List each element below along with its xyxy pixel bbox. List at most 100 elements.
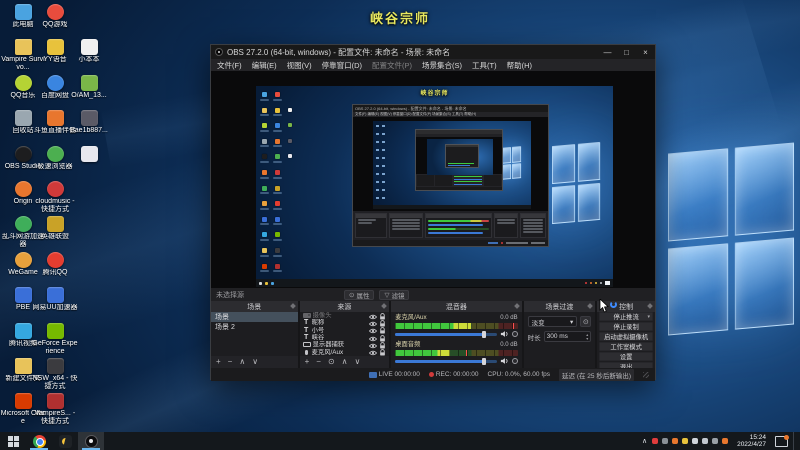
properties-button[interactable]: ⊙ 属性 bbox=[344, 289, 375, 300]
pin-icon bbox=[381, 303, 388, 309]
gear-icon: ⊙ bbox=[349, 291, 355, 299]
menu-tools[interactable]: 工具(T) bbox=[472, 60, 497, 71]
duration-spinbox[interactable]: 300 ms ▴ ▾ bbox=[543, 331, 592, 342]
desktop-icon-image bbox=[46, 287, 64, 304]
cpu-status: CPU: 0.0%, 60.00 fps bbox=[487, 371, 551, 378]
pin-icon bbox=[289, 303, 296, 309]
desktop-icon[interactable]: 网易UU加速器 bbox=[32, 287, 78, 312]
desktop-icon[interactable]: cloudmusic - 快捷方式 bbox=[32, 181, 78, 214]
add-source-icon[interactable]: + bbox=[305, 357, 310, 367]
obs-titlebar[interactable]: OBS 27.2.0 (64-bit, windows) - 配置文件: 未命名… bbox=[211, 45, 655, 59]
source-name: 小号 bbox=[311, 326, 325, 334]
desktop-icon[interactable]: 小本本 bbox=[66, 39, 112, 64]
add-scene-icon[interactable]: + bbox=[216, 357, 221, 367]
menu-docks[interactable]: 停靠窗口(D) bbox=[322, 60, 362, 71]
source-properties-icon[interactable]: ⊙ bbox=[328, 357, 335, 367]
obs-preview-canvas[interactable]: 峡谷宗师 OBS 27.2.0 (64-bit, windows) - 配置文件… bbox=[211, 71, 655, 288]
scenes-dock: 场景 场景 场景 2 + − ∧ ∨ bbox=[211, 301, 298, 368]
desktop-icon[interactable]: NSW_x64 - 快捷方式 bbox=[32, 358, 78, 391]
track-name: 桌面音频 bbox=[395, 341, 421, 348]
desktop-icon-label: NSW_x64 - 快捷方式 bbox=[32, 375, 78, 390]
scene-down-icon[interactable]: ∨ bbox=[252, 357, 258, 367]
transition-gear-button[interactable]: ⊙ bbox=[580, 316, 592, 327]
menu-profile[interactable]: 配置文件(P) bbox=[372, 60, 412, 71]
desktop-icon-image bbox=[14, 287, 32, 304]
desktop-icon[interactable]: Bae1b887... bbox=[66, 110, 112, 135]
scene-up-icon[interactable]: ∧ bbox=[239, 357, 245, 367]
obs-statusbar: LIVE 00:00:00 REC: 00:00:00 CPU: 0.0%, 6… bbox=[211, 368, 655, 381]
desktop-icon-label: Bae1b887... bbox=[70, 127, 108, 135]
control-button-6[interactable]: 退出 bbox=[599, 362, 654, 368]
display-source-icon bbox=[302, 342, 311, 348]
desktop-icon[interactable] bbox=[66, 145, 112, 163]
tray-app-icon[interactable] bbox=[672, 438, 679, 444]
remove-scene-icon[interactable]: − bbox=[228, 357, 233, 367]
transition-select[interactable]: 淡变 ▾ bbox=[527, 316, 578, 327]
minimize-button[interactable]: — bbox=[598, 45, 617, 59]
scene-item[interactable]: 场景 bbox=[211, 312, 298, 322]
desktop-icon-image bbox=[46, 216, 64, 233]
menu-help[interactable]: 帮助(H) bbox=[507, 60, 532, 71]
preview-obs-window-3 bbox=[415, 129, 503, 191]
tray-app-icon[interactable] bbox=[722, 438, 729, 444]
desktop-icon[interactable]: VampireS... - 快捷方式 bbox=[32, 393, 78, 426]
text-source-icon: T bbox=[303, 326, 309, 334]
tray-app-icon[interactable] bbox=[662, 438, 669, 444]
menu-edit[interactable]: 编辑(E) bbox=[252, 60, 277, 71]
desktop-icon-label: 英雄联盟 bbox=[41, 233, 69, 241]
eye-icon[interactable] bbox=[369, 343, 378, 356]
control-button-3[interactable]: 启动虚拟摄像机 bbox=[599, 332, 654, 341]
obs-app-icon bbox=[215, 48, 223, 56]
tray-app-icon[interactable] bbox=[652, 438, 659, 444]
source-down-icon[interactable]: ∨ bbox=[355, 357, 361, 367]
tray-app-icon[interactable] bbox=[692, 438, 699, 444]
control-button-1[interactable]: 停止推流 bbox=[599, 312, 654, 321]
start-button[interactable] bbox=[0, 432, 26, 450]
taskbar-chrome-button[interactable] bbox=[26, 432, 52, 450]
volume-slider[interactable] bbox=[395, 357, 497, 365]
desktop-icon-image bbox=[46, 110, 64, 127]
taskbar-clock[interactable]: 15:24 2022/4/27 bbox=[733, 434, 770, 448]
menu-scene-collection[interactable]: 场景集合(S) bbox=[422, 60, 462, 71]
menu-file[interactable]: 文件(F) bbox=[217, 60, 242, 71]
menu-view[interactable]: 视图(V) bbox=[287, 60, 312, 71]
action-center-icon[interactable] bbox=[775, 434, 789, 447]
maximize-button[interactable]: □ bbox=[617, 45, 636, 59]
close-button[interactable]: × bbox=[636, 45, 655, 59]
show-desktop-button[interactable] bbox=[793, 432, 796, 450]
resize-grip[interactable] bbox=[643, 371, 649, 378]
desktop-icon[interactable]: QQ游戏 bbox=[32, 4, 78, 29]
volume-slider[interactable] bbox=[395, 330, 497, 338]
control-button-4[interactable]: 工作室模式 bbox=[599, 342, 654, 351]
desktop-icon-label: 腾讯QQ bbox=[42, 268, 68, 276]
desktop-icon[interactable]: 英雄联盟 bbox=[32, 216, 78, 241]
desktop-icon[interactable]: GeForce Experience bbox=[32, 322, 78, 356]
busy-spinner-icon bbox=[610, 301, 618, 308]
source-name: 昵称 bbox=[311, 319, 325, 327]
tray-app-icon[interactable] bbox=[682, 438, 689, 444]
desktop-icon[interactable]: 腾讯QQ bbox=[32, 251, 78, 277]
desktop-icon[interactable]: O/AM_13... bbox=[66, 74, 112, 100]
control-button-2[interactable]: 停止录制 bbox=[599, 322, 654, 331]
scene-item[interactable]: 场景 2 bbox=[211, 322, 298, 332]
obs-taskbar-icon bbox=[84, 434, 98, 448]
track-options-knob[interactable] bbox=[511, 358, 518, 364]
sources-toolbar: + − ⊙ ∧ ∨ bbox=[299, 356, 390, 368]
taskbar-obs-button[interactable] bbox=[78, 432, 104, 450]
tray-app-icon[interactable] bbox=[702, 438, 709, 444]
preview-obs-titlebar: OBS 27.2.0 (64-bit, windows) - 配置文件: 未命名… bbox=[353, 105, 548, 112]
source-item[interactable]: 麦克风/Aux bbox=[300, 348, 390, 356]
tray-chevron-icon[interactable]: ∧ bbox=[642, 437, 647, 445]
source-up-icon[interactable]: ∧ bbox=[342, 357, 348, 367]
remove-source-icon[interactable]: − bbox=[316, 357, 321, 367]
desktop-icon-label: 小本本 bbox=[78, 56, 100, 64]
control-button-5[interactable]: 设置 bbox=[599, 352, 654, 361]
tray-app-icon[interactable] bbox=[712, 438, 719, 444]
lock-icon[interactable] bbox=[379, 343, 386, 356]
track-options-knob[interactable] bbox=[511, 331, 518, 337]
filters-button[interactable]: ▽ 滤镜 bbox=[379, 289, 410, 300]
spinner-arrows-icon[interactable]: ▴ ▾ bbox=[586, 333, 588, 340]
clock-time: 15:24 bbox=[749, 434, 766, 441]
taskbar-app-button[interactable] bbox=[52, 432, 78, 450]
pin-icon bbox=[647, 303, 653, 309]
